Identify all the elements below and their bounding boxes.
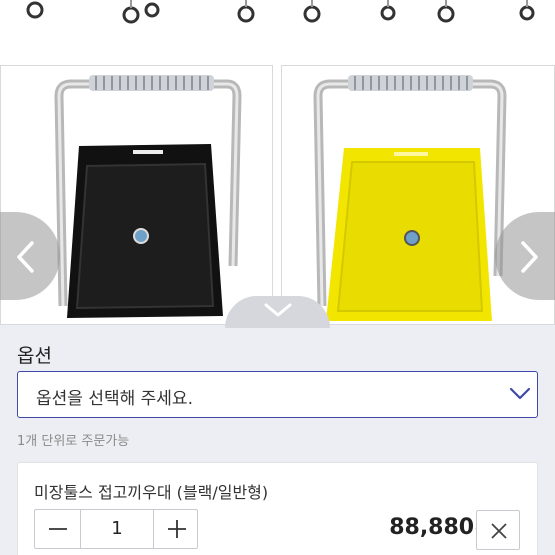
quantity-increase-button[interactable] xyxy=(153,510,199,548)
quantity-value[interactable]: 1 xyxy=(81,510,153,548)
option-select-dropdown[interactable]: 옵션을 선택해 주세요. xyxy=(17,371,538,418)
chevron-left-icon xyxy=(17,241,34,273)
chevron-down-icon xyxy=(509,387,531,400)
chevron-right-icon xyxy=(521,241,538,273)
product-image-gallery xyxy=(0,65,555,325)
caster-wheels-image xyxy=(26,0,535,24)
close-icon xyxy=(491,523,507,539)
plus-icon xyxy=(168,520,186,538)
collapse-panel-button[interactable] xyxy=(225,296,330,328)
remove-item-button[interactable] xyxy=(476,510,520,550)
item-price-amount: 88,880 xyxy=(389,515,475,540)
order-unit-note: 1개 단위로 주문가능 xyxy=(17,434,130,449)
minus-icon xyxy=(49,528,67,530)
wheel-photo-strip xyxy=(0,0,555,40)
item-price: 88,880원 xyxy=(358,515,488,540)
option-select-placeholder: 옵션을 선택해 주세요. xyxy=(36,389,193,409)
quantity-decrease-button[interactable] xyxy=(35,510,81,548)
selected-item-name: 미장툴스 접고끼우대 (블랙/일반형) xyxy=(34,483,269,502)
selected-item-card: 미장툴스 접고끼우대 (블랙/일반형) 1 88,880원 xyxy=(17,462,538,555)
option-section-title: 옵션 xyxy=(17,345,52,367)
chevron-down-icon xyxy=(264,303,292,317)
quantity-stepper[interactable]: 1 xyxy=(34,509,198,549)
